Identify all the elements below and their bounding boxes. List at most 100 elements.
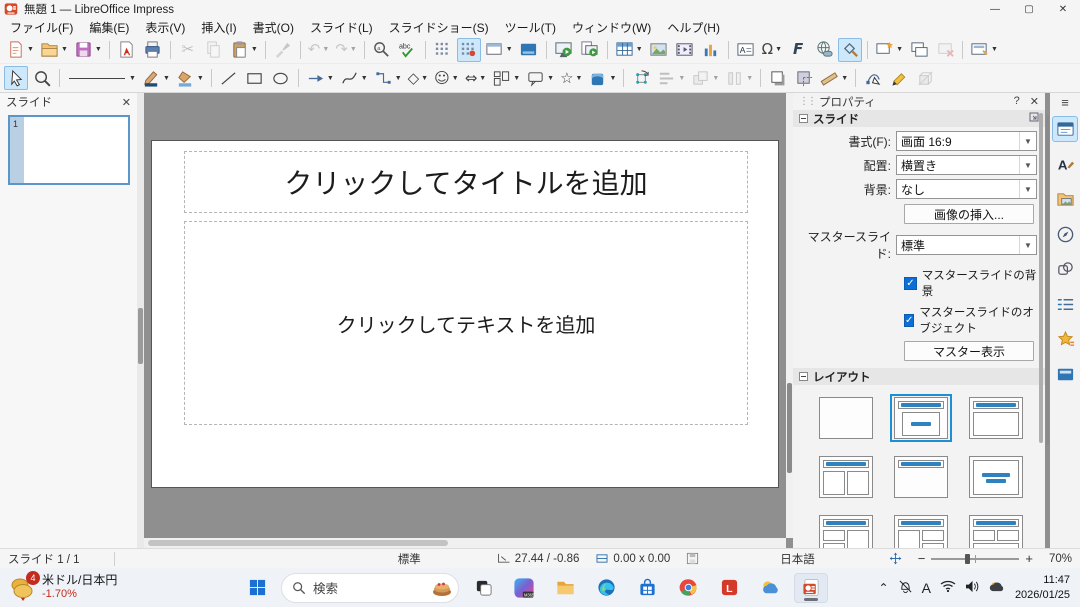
curve-icon[interactable]: ▼ <box>338 66 370 90</box>
sidebar-tab-gallery[interactable] <box>1052 186 1078 212</box>
display-grid-icon[interactable] <box>431 38 455 62</box>
volume-icon[interactable] <box>965 580 980 596</box>
layout-title-only[interactable] <box>890 453 952 501</box>
insert-line-icon[interactable] <box>217 66 241 90</box>
stock-widget[interactable]: 4 米ドル/日本円 -1.70% <box>0 573 240 602</box>
notification-off-icon[interactable] <box>898 579 913 597</box>
duplicate-slide-icon[interactable] <box>907 38 931 62</box>
snap-to-grid-icon[interactable] <box>457 38 481 62</box>
insert-chart-icon[interactable] <box>699 38 723 62</box>
draw-functions-icon[interactable] <box>838 38 862 62</box>
menu-スライド[interactable]: スライド(L) <box>302 18 381 37</box>
points-icon[interactable] <box>861 66 885 90</box>
master-checkbox[interactable]: ✓マスタースライドの背景 <box>904 267 1045 299</box>
new-slide-icon[interactable]: ▼ <box>873 38 905 62</box>
menu-スライドショー[interactable]: スライドショー(S) <box>381 18 497 37</box>
slides-panel-close-icon[interactable]: ✕ <box>122 96 131 109</box>
panel-close-icon[interactable]: ✕ <box>1030 95 1039 108</box>
sidebar-scrollbar[interactable] <box>1046 115 1049 445</box>
zoom-in-button[interactable]: + <box>1025 551 1033 566</box>
zoom-slider[interactable]: − + <box>910 551 1041 566</box>
slide-section-header[interactable]: スライド <box>793 110 1045 127</box>
hyperlink-icon[interactable] <box>812 38 836 62</box>
objects-3d-icon[interactable]: ▼ <box>586 66 618 90</box>
weather-cloud-icon[interactable] <box>989 580 1006 596</box>
display-master-icon[interactable] <box>517 38 541 62</box>
insert-table-icon[interactable]: ▼ <box>613 38 645 62</box>
sidebar-tab-styles[interactable]: A <box>1052 151 1078 177</box>
fit-slide-icon[interactable] <box>881 552 910 565</box>
layout-two-content-right[interactable] <box>890 512 952 548</box>
taskbar-app-line-app[interactable]: L <box>712 573 746 603</box>
paste-icon[interactable]: ▼ <box>228 38 260 62</box>
rectangle-icon[interactable] <box>243 66 267 90</box>
shadow-icon[interactable] <box>766 66 790 90</box>
master-view-button[interactable]: マスター表示 <box>904 341 1034 361</box>
master-slide-dropdown[interactable]: 標準 ▼ <box>896 235 1037 255</box>
taskbar-search[interactable]: 検索 <box>281 573 459 603</box>
menu-書式[interactable]: 書式(O) <box>245 18 302 37</box>
taskbar-clock[interactable]: 11:47 2026/01/25 <box>1015 573 1070 602</box>
wifi-icon[interactable] <box>940 580 956 595</box>
select-icon[interactable] <box>4 66 28 90</box>
collapse-icon[interactable] <box>799 114 808 123</box>
menu-ウィンドウ[interactable]: ウィンドウ(W) <box>564 18 659 37</box>
spelling-icon[interactable]: abc <box>396 38 420 62</box>
chevron-down-icon[interactable]: ▼ <box>1019 236 1036 254</box>
panel-splitter[interactable] <box>137 93 144 548</box>
layout-blank[interactable] <box>815 394 877 442</box>
insert-textbox-icon[interactable]: A <box>734 38 758 62</box>
menu-挿入[interactable]: 挿入(I) <box>193 18 244 37</box>
sidebar-tab-animation[interactable] <box>1052 326 1078 352</box>
field-dropdown-2[interactable]: なし ▼ <box>896 179 1037 199</box>
maximize-button[interactable]: ▢ <box>1012 0 1046 18</box>
taskbar-app-explorer[interactable] <box>548 573 582 603</box>
layout-two-content-left[interactable] <box>815 512 877 548</box>
dialog-launcher-icon[interactable] <box>1029 112 1039 125</box>
layout-title-two-content[interactable] <box>815 453 877 501</box>
slide-canvas[interactable]: クリックしてタイトルを追加 クリックしてテキストを追加 <box>151 140 779 488</box>
ellipse-icon[interactable] <box>269 66 293 90</box>
menu-ヘルプ[interactable]: ヘルプ(H) <box>659 18 728 37</box>
chevron-down-icon[interactable]: ▼ <box>1019 132 1036 150</box>
content-placeholder[interactable]: クリックしてテキストを追加 <box>184 221 748 425</box>
export-pdf-icon[interactable] <box>115 38 139 62</box>
slide-thumbnail-1[interactable]: 1 <box>8 115 130 185</box>
taskbar-app-store[interactable] <box>630 573 664 603</box>
zoom-percent[interactable]: 70% <box>1041 553 1080 565</box>
start-slideshow-icon[interactable] <box>552 38 576 62</box>
symbol-shapes-icon[interactable]: ☺▼ <box>432 66 461 90</box>
taskbar-app-impress[interactable] <box>794 573 828 603</box>
horizontal-scrollbar[interactable] <box>144 538 786 548</box>
taskbar-app-weather[interactable] <box>753 573 787 603</box>
view-mode[interactable]: 標準 <box>390 551 429 567</box>
stars-icon[interactable]: ☆▼ <box>558 66 584 90</box>
sidebar-tab-master-slides[interactable] <box>1052 361 1078 387</box>
print-icon[interactable] <box>141 38 165 62</box>
lines-arrows-icon[interactable]: ▼ <box>304 66 336 90</box>
layout-section-header[interactable]: レイアウト <box>793 368 1045 385</box>
taskbar-app-edge[interactable] <box>589 573 623 603</box>
taskbar-app-copilot[interactable]: M365 <box>507 573 541 603</box>
rotate-icon[interactable] <box>629 66 653 90</box>
layout-title-content-plain[interactable] <box>965 394 1027 442</box>
taskbar-app-chrome[interactable] <box>671 573 705 603</box>
sidebar-settings-icon[interactable]: ≡ <box>1061 95 1069 110</box>
open-folder-icon[interactable]: ▼ <box>38 38 70 62</box>
checkbox-checked-icon[interactable]: ✓ <box>904 314 914 327</box>
horizontal-scrollbar-thumb[interactable] <box>148 540 448 546</box>
slide-properties-icon[interactable]: ▼ <box>968 38 1000 62</box>
checkbox-checked-icon[interactable]: ✓ <box>904 277 917 290</box>
basic-shapes-icon[interactable]: ◇▼ <box>406 66 430 90</box>
insert-image-button[interactable]: 画像の挿入... <box>904 204 1034 224</box>
flowchart-icon[interactable]: ▼ <box>490 66 522 90</box>
layout-title-content[interactable] <box>890 394 952 442</box>
fontwork-icon[interactable]: F <box>786 38 810 62</box>
insert-media-icon[interactable] <box>673 38 697 62</box>
find-replace-icon[interactable]: a <box>370 38 394 62</box>
transformations-icon[interactable]: ▼ <box>818 66 850 90</box>
block-arrows-icon[interactable]: ⇔▼ <box>463 66 489 90</box>
layout-two-content-over[interactable] <box>965 512 1027 548</box>
crop-icon[interactable] <box>792 66 816 90</box>
field-dropdown-0[interactable]: 画面 16:9 ▼ <box>896 131 1037 151</box>
